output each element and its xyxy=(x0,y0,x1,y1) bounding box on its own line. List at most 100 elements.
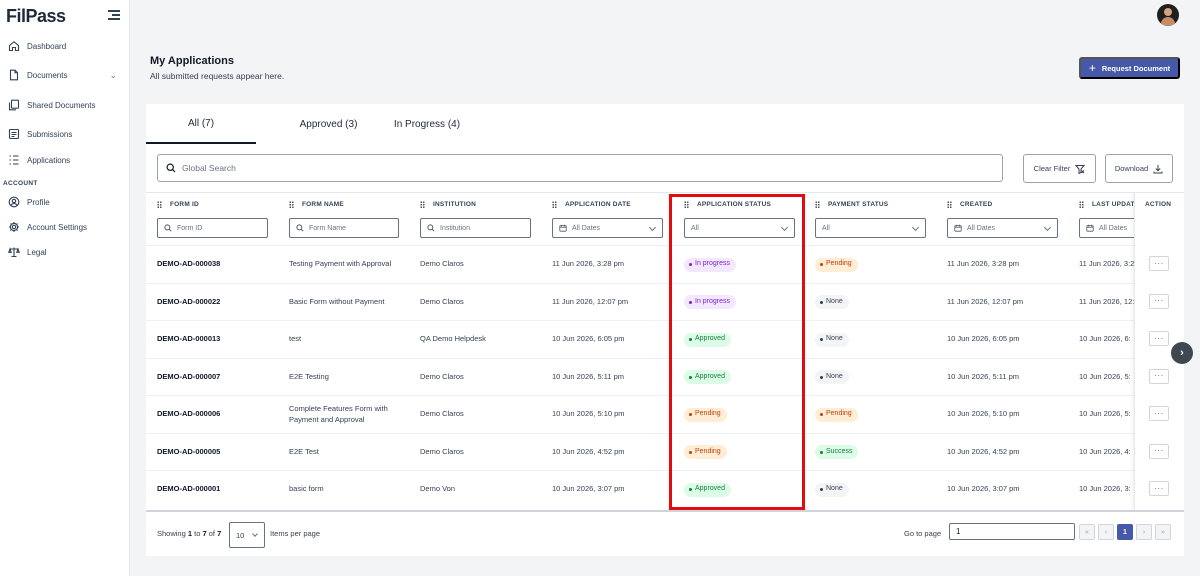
drag-handle-icon[interactable] xyxy=(684,201,689,208)
institution-cell-text: QA Demo Helpdesk xyxy=(420,334,486,344)
sidebar-item-shared-documents[interactable]: Shared Documents xyxy=(8,96,123,114)
column-header-created[interactable]: CREATED xyxy=(947,201,992,208)
drag-handle-icon[interactable] xyxy=(815,201,820,208)
row-action-menu-button[interactable]: ··· xyxy=(1149,481,1169,496)
download-button[interactable]: Download xyxy=(1105,154,1173,183)
row-action-menu-button[interactable]: ··· xyxy=(1149,331,1169,346)
menu-collapse-icon[interactable] xyxy=(108,10,120,20)
table-row[interactable]: DEMO-AD-000022 Basic Form without Payment… xyxy=(146,282,1184,321)
tab-in-progress[interactable]: In Progress (4) xyxy=(374,104,480,144)
row-action-menu-button[interactable]: ··· xyxy=(1149,256,1169,271)
status-badge: Approved xyxy=(684,482,731,497)
row-action-menu-button[interactable]: ··· xyxy=(1149,293,1169,309)
items-per-page-select[interactable]: 10 xyxy=(229,522,265,548)
sidebar-item-profile[interactable]: Profile xyxy=(8,193,123,211)
gear-icon xyxy=(8,221,20,233)
go-to-page-input[interactable]: 1 xyxy=(949,523,1075,540)
institution-cell: Demo Claros xyxy=(420,396,464,433)
column-header-application-status[interactable]: APPLICATION STATUS xyxy=(684,201,771,208)
table-row[interactable]: DEMO-AD-000013 test QA Demo Helpdesk 10 Jun… xyxy=(146,320,1184,358)
user-avatar[interactable] xyxy=(1157,4,1179,26)
applications-card: All (7) Approved (3) In Progress (4) Cle… xyxy=(146,104,1184,556)
request-document-button[interactable]: + Request Document xyxy=(1079,57,1180,79)
last-updated-cell-text: 11 Jun 2026, 3:2 xyxy=(1079,259,1135,269)
form-id-cell: DEMO-AD-000001 xyxy=(157,471,220,508)
application-status-filter[interactable]: All xyxy=(684,218,795,238)
chevron-down-icon[interactable]: ⌄ xyxy=(109,70,117,81)
last-updated-cell-text: 11 Jun 2026, 12: xyxy=(1079,296,1135,306)
first-page-button[interactable]: « xyxy=(1079,524,1095,540)
scale-icon xyxy=(8,246,20,258)
column-header-action: ACTION xyxy=(1145,201,1172,208)
payment-status-filter[interactable]: All xyxy=(815,218,926,238)
created-cell: 10 Jun 2026, 4:52 pm xyxy=(947,434,1020,471)
drag-handle-icon[interactable] xyxy=(1079,201,1084,208)
previous-page-button[interactable]: ‹ xyxy=(1098,524,1114,540)
payment-status-cell: Pending xyxy=(815,396,858,433)
application-date-cell: 10 Jun 2026, 5:10 pm xyxy=(552,396,625,433)
form-name-filter[interactable]: Form Name xyxy=(289,218,399,238)
application-date-filter[interactable]: All Dates xyxy=(552,218,663,238)
table-row[interactable]: DEMO-AD-000006 Complete Features Form wit… xyxy=(146,395,1184,433)
drag-handle-icon[interactable] xyxy=(552,201,557,208)
form-id-cell: DEMO-AD-000022 xyxy=(157,284,220,321)
created-date-filter[interactable]: All Dates xyxy=(947,218,1058,238)
page-1-button[interactable]: 1 xyxy=(1117,524,1133,540)
table-row[interactable]: DEMO-AD-000007 E2E Testing Demo Claros 10 J… xyxy=(146,357,1184,396)
sidebar-item-dashboard[interactable]: Dashboard xyxy=(8,37,123,55)
search-input[interactable] xyxy=(182,163,982,173)
created-cell-text: 10 Jun 2026, 6:05 pm xyxy=(947,334,1020,344)
chevron-right-icon: › xyxy=(1180,347,1184,359)
institution-cell-text: Demo Claros xyxy=(420,296,464,306)
tab-all[interactable]: All (7) xyxy=(146,104,256,144)
institution-cell: QA Demo Helpdesk xyxy=(420,321,486,358)
filter-off-icon xyxy=(1075,164,1086,174)
sidebar-item-legal[interactable]: Legal xyxy=(8,243,123,261)
scroll-right-button[interactable]: › xyxy=(1171,342,1193,364)
sidebar-item-account-settings[interactable]: Account Settings xyxy=(8,218,123,236)
payment-status-cell: Pending xyxy=(815,246,858,283)
column-header-last-updated[interactable]: LAST UPDAT xyxy=(1079,201,1135,208)
drag-handle-icon[interactable] xyxy=(289,201,294,208)
institution-cell: Demo Claros xyxy=(420,359,464,396)
clear-filter-button[interactable]: Clear Filter xyxy=(1023,154,1096,183)
sidebar-item-documents[interactable]: Documents ⌄ xyxy=(8,66,123,84)
drag-handle-icon[interactable] xyxy=(157,201,162,208)
row-action-menu-button[interactable]: ··· xyxy=(1149,368,1169,384)
form-id-filter[interactable]: Form ID xyxy=(157,218,268,238)
column-header-payment-status[interactable]: PAYMENT STATUS xyxy=(815,201,888,208)
status-badge: Pending xyxy=(815,407,858,422)
column-header-application-date[interactable]: APPLICATION DATE xyxy=(552,201,631,208)
form-id-cell-text: DEMO-AD-000007 xyxy=(157,371,221,381)
table-row[interactable]: DEMO-AD-000001 basic form Demo Von 10 Jun 2… xyxy=(146,470,1184,508)
drag-handle-icon[interactable] xyxy=(420,201,425,208)
filpass-logo[interactable]: FilPass xyxy=(6,6,66,27)
column-header-form-id[interactable]: FORM ID xyxy=(157,201,199,208)
institution-cell-text: Demo Claros xyxy=(420,446,464,456)
application-date-cell: 10 Jun 2026, 5:11 pm xyxy=(552,359,624,396)
row-action-menu-button[interactable]: ··· xyxy=(1149,406,1169,421)
created-cell: 10 Jun 2026, 5:10 pm xyxy=(947,396,1020,433)
institution-filter[interactable]: Institution xyxy=(420,218,531,238)
chevron-down-icon xyxy=(1043,223,1052,232)
chevron-down-icon xyxy=(252,531,258,537)
row-action-menu-button[interactable]: ··· xyxy=(1149,443,1169,459)
drag-handle-icon[interactable] xyxy=(947,201,952,208)
form-name-cell: Basic Form without Payment xyxy=(289,284,409,321)
table-row[interactable]: DEMO-AD-000038 Testing Payment with Appro… xyxy=(146,245,1184,283)
form-id-cell-text: DEMO-AD-000001 xyxy=(157,484,221,494)
next-page-button[interactable]: › xyxy=(1136,524,1152,540)
column-header-form-name[interactable]: FORM NAME xyxy=(289,201,344,208)
last-page-button[interactable]: » xyxy=(1155,524,1171,540)
home-icon xyxy=(8,40,20,52)
search-icon xyxy=(427,224,435,232)
search-icon xyxy=(296,224,304,232)
sidebar-item-applications[interactable]: Applications xyxy=(8,151,123,169)
column-header-institution[interactable]: INSTITUTION xyxy=(420,201,476,208)
table-row[interactable]: DEMO-AD-000005 E2E Test Demo Claros 10 Jun … xyxy=(146,432,1184,471)
last-updated-cell-text: 10 Jun 2026, 5: xyxy=(1079,371,1131,381)
form-id-cell-text: DEMO-AD-000022 xyxy=(157,296,221,306)
sidebar-item-submissions[interactable]: Submissions xyxy=(8,125,123,143)
application-status-cell: Approved xyxy=(684,359,731,396)
global-search[interactable] xyxy=(157,154,1003,182)
